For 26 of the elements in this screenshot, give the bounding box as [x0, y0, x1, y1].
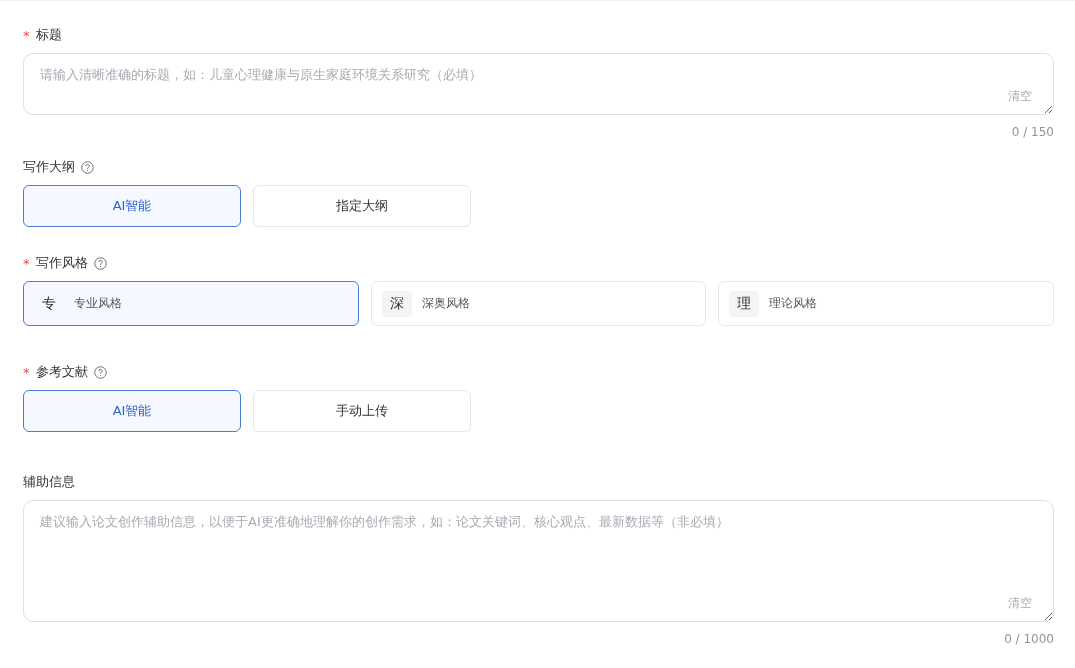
style-label: 深奥风格	[421, 295, 470, 312]
style-card[interactable]: 理 理论风格	[718, 281, 1054, 326]
field-label: 标题	[35, 26, 62, 44]
required-asterisk: *	[23, 27, 30, 43]
style-initial: 深	[381, 290, 412, 317]
character-counter: 0 / 150	[1011, 125, 1054, 139]
help-icon[interactable]	[81, 160, 94, 174]
required-asterisk: *	[23, 255, 30, 271]
option-button[interactable]: AI智能	[23, 390, 241, 432]
help-icon[interactable]	[93, 256, 107, 270]
character-counter: 0 / 1000	[1004, 632, 1054, 646]
option-button[interactable]: AI智能	[23, 185, 241, 227]
field-label: 写作风格	[35, 254, 88, 272]
style-card[interactable]: 深 深奥风格	[370, 281, 707, 326]
field-label: 参考文献	[35, 363, 88, 381]
required-asterisk: *	[23, 364, 30, 380]
option-button[interactable]: 指定大纲	[253, 185, 471, 227]
style-card[interactable]: 专 专业风格	[23, 281, 359, 326]
field-label: 辅助信息	[23, 473, 75, 491]
option-button[interactable]: 手动上传	[253, 390, 471, 432]
field-label: 写作大纲	[23, 158, 75, 176]
style-label: 专业风格	[74, 295, 122, 312]
style-initial: 理	[729, 290, 760, 317]
style-initial: 专	[41, 293, 57, 313]
help-icon[interactable]	[93, 365, 107, 379]
style-label: 理论风格	[769, 295, 818, 312]
